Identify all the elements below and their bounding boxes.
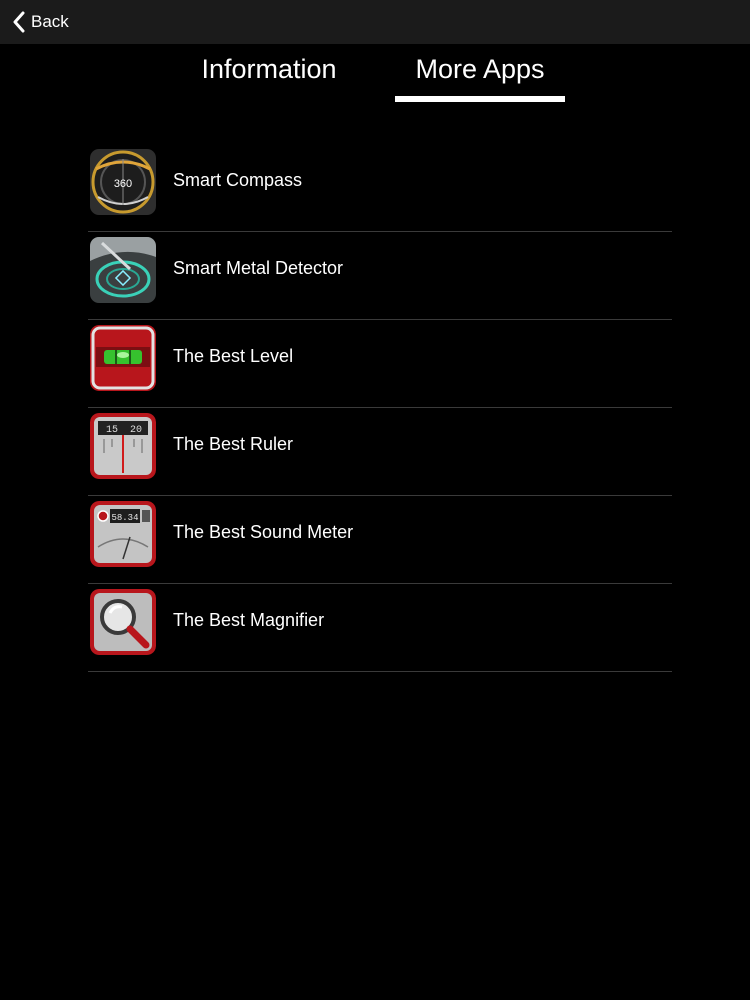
app-list: 360 Smart Compass Smart Metal Detector T… bbox=[88, 144, 672, 672]
chevron-left-icon bbox=[13, 11, 25, 33]
app-item-the-best-level[interactable]: The Best Level bbox=[88, 320, 672, 408]
compass-icon-text: 360 bbox=[114, 178, 132, 190]
compass-app-icon: 360 bbox=[90, 149, 156, 215]
app-name: The Best Level bbox=[173, 346, 294, 366]
app-item-the-best-magnifier[interactable]: The Best Magnifier bbox=[88, 584, 672, 672]
tab-more-apps[interactable]: More Apps bbox=[395, 54, 565, 85]
ruler-icon-text-a: 15 bbox=[106, 425, 118, 436]
navigation-bar: Back bbox=[0, 0, 750, 44]
back-label: Back bbox=[31, 12, 69, 31]
sound-meter-app-icon: 58.34 bbox=[90, 501, 156, 567]
ruler-icon-text-b: 20 bbox=[130, 425, 142, 436]
app-item-the-best-sound-meter[interactable]: 58.34 The Best Sound Meter bbox=[88, 496, 672, 584]
back-button[interactable]: Back bbox=[12, 8, 69, 36]
selected-tab-indicator bbox=[395, 96, 565, 102]
app-name: Smart Metal Detector bbox=[173, 258, 344, 278]
app-item-smart-metal-detector[interactable]: Smart Metal Detector bbox=[88, 232, 672, 320]
level-app-icon bbox=[90, 325, 156, 391]
metal-detector-app-icon bbox=[90, 237, 156, 303]
app-item-smart-compass[interactable]: 360 Smart Compass bbox=[88, 144, 672, 232]
ruler-app-icon: 15 20 bbox=[90, 413, 156, 479]
app-name: The Best Sound Meter bbox=[173, 522, 354, 542]
segment-tabs: Information More Apps bbox=[0, 44, 750, 104]
app-name: The Best Magnifier bbox=[173, 610, 325, 630]
app-name: Smart Compass bbox=[173, 170, 303, 190]
sound-meter-icon-text: 58.34 bbox=[111, 513, 138, 523]
app-item-the-best-ruler[interactable]: 15 20 The Best Ruler bbox=[88, 408, 672, 496]
app-name: The Best Ruler bbox=[173, 434, 294, 454]
tab-information[interactable]: Information bbox=[186, 54, 352, 85]
magnifier-app-icon bbox=[90, 589, 156, 655]
